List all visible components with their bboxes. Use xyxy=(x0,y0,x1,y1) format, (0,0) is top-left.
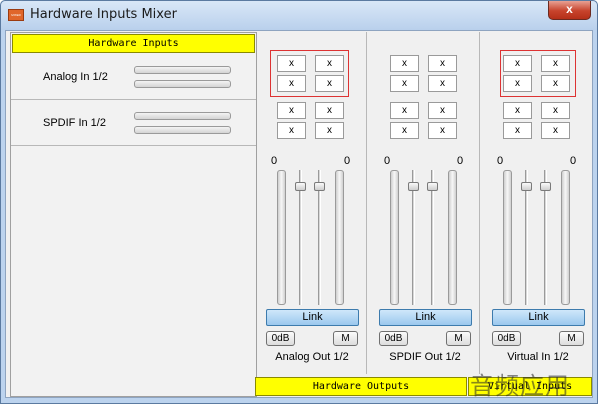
matrix-cell[interactable]: x xyxy=(428,102,457,119)
matrix-cell[interactable]: x xyxy=(390,122,419,139)
output-strip-analog-out: x x x x x x x x 0 0 Link 0dB M Analog Ou… xyxy=(255,32,367,374)
matrix-cell[interactable]: x xyxy=(541,55,570,72)
level-readout-left: 0 xyxy=(271,155,278,167)
matrix-cell[interactable]: x xyxy=(315,55,344,72)
level-meter-left xyxy=(390,170,399,305)
input-label-spdif: SPDIF In 1/2 xyxy=(43,117,106,129)
matrix-cell[interactable]: x xyxy=(277,75,306,92)
matrix-cell[interactable]: x xyxy=(541,102,570,119)
title-bar[interactable]: MIXER Hardware Inputs Mixer x xyxy=(1,1,597,30)
mixer-client-area: Hardware Inputs Analog In 1/2 SPDIF In 1… xyxy=(5,30,593,398)
strip-label-spdif-out: SPDIF Out 1/2 xyxy=(389,351,461,363)
input-row-analog: Analog In 1/2 xyxy=(11,54,256,100)
app-icon: MIXER xyxy=(8,9,24,21)
input-meter-spdif-right xyxy=(134,126,231,134)
matrix-cell[interactable]: x xyxy=(503,122,532,139)
close-button[interactable]: x xyxy=(548,1,591,20)
level-meter-right xyxy=(561,170,570,305)
input-meter-analog-left xyxy=(134,66,231,74)
matrix-cell[interactable]: x xyxy=(503,102,532,119)
mute-button[interactable]: M xyxy=(559,331,584,346)
level-meter-left xyxy=(277,170,286,305)
matrix-cell[interactable]: x xyxy=(277,122,306,139)
output-strip-virtual-in: x x x x x x x x 0 0 Link 0dB M Virtual I… xyxy=(481,32,593,374)
mixer-window: MIXER Hardware Inputs Mixer x Hardware I… xyxy=(0,0,598,404)
input-label-analog: Analog In 1/2 xyxy=(43,71,108,83)
level-readout-right: 0 xyxy=(457,155,464,167)
mute-button[interactable]: M xyxy=(446,331,471,346)
matrix-cell[interactable]: x xyxy=(428,122,457,139)
level-meter-right xyxy=(335,170,344,305)
strip-label-analog-out: Analog Out 1/2 xyxy=(275,351,349,363)
matrix-cell[interactable]: x xyxy=(390,55,419,72)
mute-button[interactable]: M xyxy=(333,331,358,346)
zero-db-button[interactable]: 0dB xyxy=(492,331,521,346)
zero-db-button[interactable]: 0dB xyxy=(379,331,408,346)
input-meter-spdif-left xyxy=(134,112,231,120)
hardware-outputs-footer: Hardware Outputs xyxy=(255,377,467,396)
strip-label-virtual-in: Virtual In 1/2 xyxy=(507,351,569,363)
hardware-inputs-header: Hardware Inputs xyxy=(12,34,255,53)
matrix-cell[interactable]: x xyxy=(277,102,306,119)
matrix-cell[interactable]: x xyxy=(503,75,532,92)
fader-thumb-right[interactable] xyxy=(314,182,325,191)
virtual-inputs-footer: Virtual Inputs xyxy=(468,377,592,396)
hardware-inputs-panel: Hardware Inputs Analog In 1/2 SPDIF In 1… xyxy=(10,32,257,397)
input-meter-analog-right xyxy=(134,80,231,88)
output-strip-spdif-out: x x x x x x x x 0 0 Link 0dB M SPDIF Out… xyxy=(368,32,480,374)
matrix-cell[interactable]: x xyxy=(541,75,570,92)
matrix-cell[interactable]: x xyxy=(315,102,344,119)
level-meter-right xyxy=(448,170,457,305)
link-button[interactable]: Link xyxy=(492,309,585,326)
matrix-cell[interactable]: x xyxy=(315,122,344,139)
window-title: Hardware Inputs Mixer xyxy=(30,7,177,22)
link-button[interactable]: Link xyxy=(266,309,359,326)
link-button[interactable]: Link xyxy=(379,309,472,326)
fader-thumb-left[interactable] xyxy=(295,182,306,191)
matrix-cell[interactable]: x xyxy=(277,55,306,72)
level-readout-left: 0 xyxy=(497,155,504,167)
level-meter-left xyxy=(503,170,512,305)
matrix-cell[interactable]: x xyxy=(428,55,457,72)
matrix-cell[interactable]: x xyxy=(315,75,344,92)
level-readout-right: 0 xyxy=(570,155,577,167)
fader-thumb-right[interactable] xyxy=(540,182,551,191)
input-row-spdif: SPDIF In 1/2 xyxy=(11,100,256,146)
fader-thumb-right[interactable] xyxy=(427,182,438,191)
fader-thumb-left[interactable] xyxy=(408,182,419,191)
matrix-cell[interactable]: x xyxy=(541,122,570,139)
matrix-cell[interactable]: x xyxy=(503,55,532,72)
matrix-cell[interactable]: x xyxy=(390,75,419,92)
level-readout-right: 0 xyxy=(344,155,351,167)
fader-thumb-left[interactable] xyxy=(521,182,532,191)
matrix-cell[interactable]: x xyxy=(390,102,419,119)
zero-db-button[interactable]: 0dB xyxy=(266,331,295,346)
level-readout-left: 0 xyxy=(384,155,391,167)
matrix-cell[interactable]: x xyxy=(428,75,457,92)
